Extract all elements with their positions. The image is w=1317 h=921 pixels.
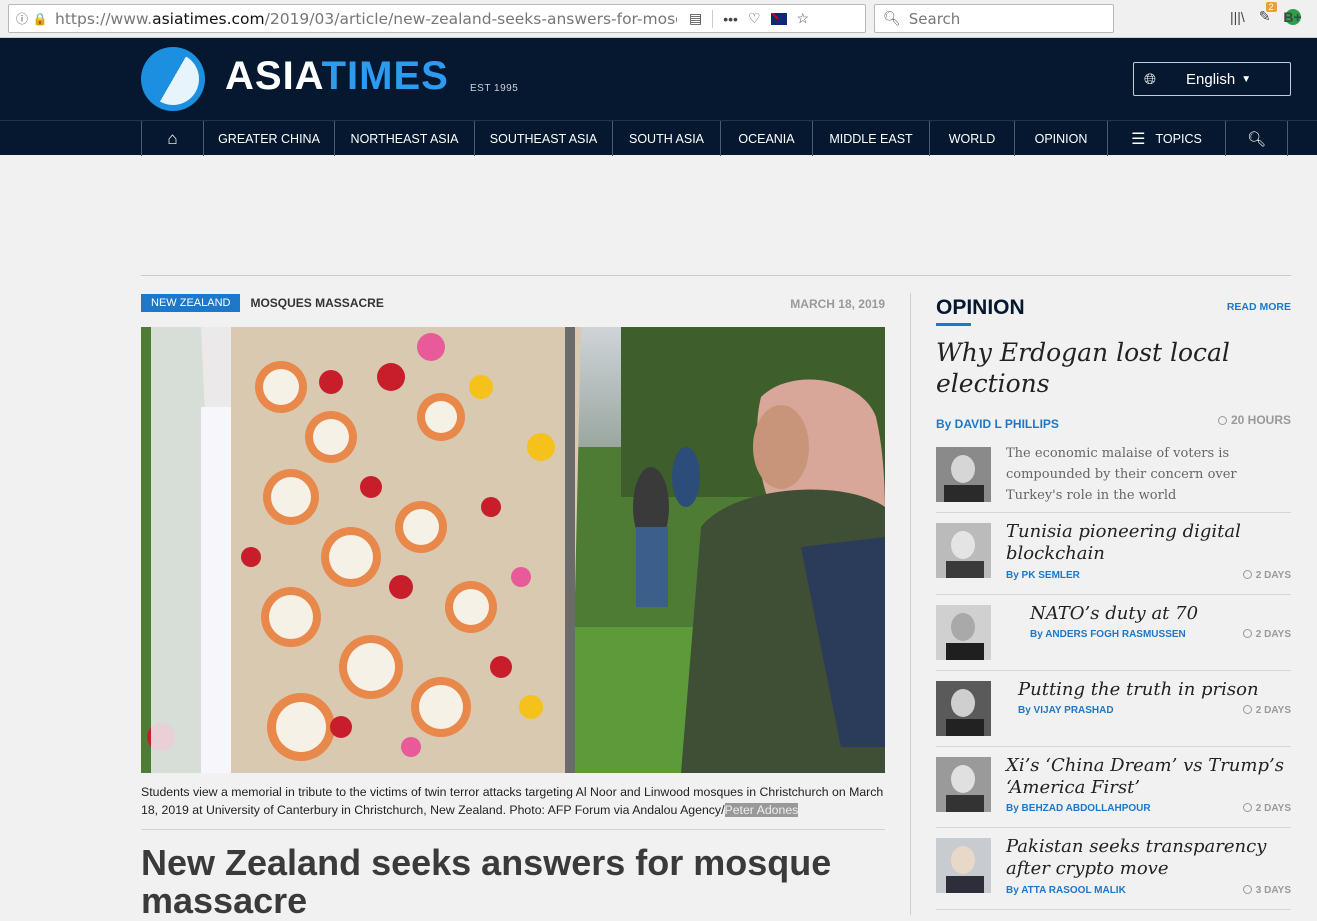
opinion-item-byline[interactable]: By BEHZAD ABDOLLAHPOUR <box>1006 803 1151 814</box>
list-item[interactable]: Xi’s ‘China Dream’ vs Trump’s ‘America F… <box>936 746 1291 826</box>
opinion-section-title: OPINION <box>936 296 1025 319</box>
list-item[interactable]: Tunisia pioneering digital blockchain By… <box>936 512 1291 586</box>
column-divider <box>910 293 911 915</box>
opinion-lead-byline[interactable]: By DAVID L PHILLIPS <box>936 417 1059 431</box>
opinion-underline <box>936 323 971 326</box>
author-photo[interactable] <box>936 757 991 812</box>
nav-southeast-asia[interactable]: SOUTHEAST ASIA <box>475 121 613 156</box>
topics-label: TOPICS <box>1155 131 1202 146</box>
globe-icon: 🌐︎ <box>1144 70 1157 88</box>
nav-greater-china[interactable]: GREATER CHINA <box>204 121 335 156</box>
bookmark-star-icon[interactable]: ☆ <box>797 10 810 27</box>
opinion-lead-time: 20 HOURS <box>1180 413 1291 427</box>
search-icon: 🔍︎ <box>883 10 901 26</box>
article-photo <box>141 327 885 773</box>
opinion-item-time: 2 DAYS <box>1242 570 1291 581</box>
nav-oceania[interactable]: OCEANIA <box>721 121 813 156</box>
clock-icon <box>1242 803 1252 812</box>
nz-flag-icon[interactable] <box>770 12 787 25</box>
language-label: English <box>1186 70 1236 88</box>
category-tag[interactable]: NEW ZEALAND <box>141 294 241 312</box>
list-item[interactable]: NATO’s duty at 70 By ANDERS FOGH RASMUSS… <box>936 594 1291 670</box>
opinion-lead-title[interactable]: Why Erdogan lost local elections <box>936 337 1276 399</box>
caption-credit: Peter Adones <box>724 803 799 817</box>
author-photo[interactable] <box>936 523 991 578</box>
nav-topics[interactable]: ☰ TOPICS <box>1108 121 1226 156</box>
clock-icon <box>1242 885 1252 894</box>
info-icon[interactable]: ⓘ <box>13 10 31 28</box>
opinion-lead-dek: The economic malaise of voters is compou… <box>1006 446 1237 503</box>
article-headline: New Zealand seeks answers for mosque mas… <box>141 842 832 921</box>
list-item[interactable]: Putting the truth in prison By VIJAY PRA… <box>936 670 1291 746</box>
clock-icon <box>1242 570 1252 579</box>
photo-caption: Students view a memorial in tribute to t… <box>141 785 884 817</box>
memorial-photo-illustration <box>141 327 885 773</box>
extension-icon[interactable]: ✎ 2 <box>1259 2 1277 25</box>
opinion-item-byline[interactable]: By ATTA RASOOL MALIK <box>1006 885 1126 896</box>
est-label: EST 1995 <box>470 83 519 94</box>
site-header: ASIATIMES EST 1995 🌐︎ English ▼ <box>0 38 1317 120</box>
browser-search-input[interactable]: 🔍︎ Search <box>874 4 1114 33</box>
ad-divider <box>141 275 1291 276</box>
nav-world[interactable]: WORLD <box>930 121 1015 156</box>
hamburger-icon: ☰ <box>1131 130 1146 148</box>
list-divider <box>936 909 1291 910</box>
browser-toolbar: ⓘ 🔒 https://www.asiatimes.com/2019/03/ar… <box>0 0 1317 38</box>
nav-northeast-asia[interactable]: NORTHEAST ASIA <box>335 121 475 156</box>
publish-date: MARCH 18, 2019 <box>790 297 885 311</box>
list-item[interactable]: Pakistan seeks transparency after crypto… <box>936 827 1291 909</box>
home-icon[interactable]: ⌂ <box>142 121 204 156</box>
clock-icon <box>1242 705 1252 714</box>
opinion-item-title[interactable]: Xi’s ‘China Dream’ vs Trump’s ‘America F… <box>1006 755 1291 799</box>
nav-south-asia[interactable]: SOUTH ASIA <box>613 121 721 156</box>
lock-icon: 🔒 <box>32 11 48 26</box>
caret-down-icon: ▼ <box>1241 73 1252 85</box>
language-dropdown[interactable]: 🌐︎ English ▼ <box>1133 62 1291 96</box>
author-photo[interactable] <box>936 838 991 893</box>
site-logo[interactable]: ASIATIMES <box>225 54 449 99</box>
author-photo[interactable] <box>936 447 991 502</box>
url-text[interactable]: https://www.asiatimes.com/2019/03/articl… <box>55 10 677 28</box>
nav-opinion[interactable]: OPINION <box>1015 121 1108 156</box>
clock-icon <box>1242 629 1252 638</box>
author-photo[interactable] <box>936 605 991 660</box>
opinion-item-time: 3 DAYS <box>1242 885 1291 896</box>
caption-divider <box>141 829 885 830</box>
url-separator <box>712 9 714 28</box>
opinion-item-byline[interactable]: By PK SEMLER <box>1006 570 1080 581</box>
opinion-item-time: 2 DAYS <box>1242 803 1291 814</box>
opinion-item-time: 2 DAYS <box>1242 705 1291 716</box>
url-bar[interactable]: ⓘ 🔒 https://www.asiatimes.com/2019/03/ar… <box>8 4 866 33</box>
topic-tag[interactable]: MOSQUES MASSACRE <box>250 296 383 310</box>
opinion-item-byline[interactable]: By ANDERS FOGH RASMUSSEN <box>1030 629 1186 640</box>
pocket-icon[interactable]: ♡ <box>748 10 761 27</box>
opinion-item-title[interactable]: Tunisia pioneering digital blockchain <box>1006 521 1291 565</box>
opinion-item-byline[interactable]: By VIJAY PRASHAD <box>1018 705 1114 716</box>
ghostery-icon[interactable]: B+ <box>1283 8 1302 25</box>
extension-badge: 2 <box>1265 2 1277 12</box>
nav-search-icon[interactable]: 🔍︎ <box>1226 121 1288 156</box>
opinion-item-time: 2 DAYS <box>1242 629 1291 640</box>
library-icon[interactable]: |||\ <box>1230 9 1245 25</box>
opinion-item-title[interactable]: Putting the truth in prison <box>1018 679 1291 701</box>
read-more-link[interactable]: READ MORE <box>1200 301 1291 313</box>
opinion-item-title[interactable]: NATO’s duty at 70 <box>1030 603 1291 625</box>
search-placeholder: Search <box>908 9 961 28</box>
author-photo[interactable] <box>936 681 991 736</box>
article-kicker: NEW ZEALAND MOSQUES MASSACRE <box>141 294 384 312</box>
asia-times-logo-icon[interactable] <box>141 47 205 111</box>
opinion-item-title[interactable]: Pakistan seeks transparency after crypto… <box>1006 836 1291 880</box>
main-nav: ⌂ GREATER CHINA NORTHEAST ASIA SOUTHEAST… <box>0 120 1317 156</box>
clock-icon <box>1217 416 1227 425</box>
page-actions-icon[interactable]: ••• <box>723 11 738 27</box>
nav-middle-east[interactable]: MIDDLE EAST <box>813 121 930 156</box>
reader-view-icon[interactable]: ▤ <box>689 10 702 27</box>
